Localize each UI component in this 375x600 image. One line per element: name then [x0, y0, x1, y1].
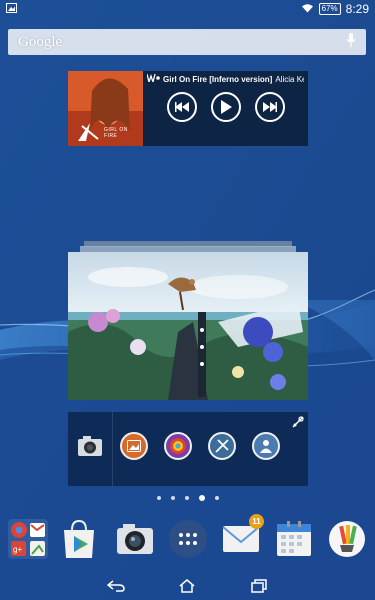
- app-drawer-button[interactable]: [167, 518, 209, 562]
- page-dot: [184, 496, 189, 500]
- battery-percent: 67: [321, 4, 331, 13]
- camera-icon: [117, 524, 153, 554]
- back-button[interactable]: [105, 577, 127, 595]
- app-shortcut-widget[interactable]: [68, 412, 308, 486]
- clock: 8:29: [345, 2, 369, 16]
- page-indicator: [0, 495, 375, 501]
- previous-track-button[interactable]: [166, 92, 197, 122]
- play-store-icon: [64, 519, 94, 558]
- page-dot-active: [198, 495, 205, 501]
- album-app-button[interactable]: [120, 432, 148, 460]
- page-dot: [156, 496, 161, 500]
- previous-icon: [174, 102, 189, 112]
- status-bar: 67% 8:29: [0, 0, 375, 18]
- widget-settings-icon[interactable]: [292, 415, 304, 428]
- navigation-bar: [0, 572, 375, 600]
- news-app-button[interactable]: [252, 432, 280, 460]
- album-art-text: GIRL ON FIRE: [104, 127, 128, 139]
- themes-button[interactable]: [326, 518, 368, 562]
- walkman-icon: [146, 73, 160, 85]
- playstation-mobile-icon: [170, 438, 186, 454]
- sketch-app-button[interactable]: [208, 432, 236, 460]
- picture-icon: [6, 2, 17, 16]
- music-player-widget[interactable]: GIRL ON FIRE Girl On Fire [Inferno versi…: [68, 71, 308, 146]
- wifi-icon: [301, 3, 314, 16]
- google-apps-folder[interactable]: g+: [7, 518, 49, 562]
- next-track-button[interactable]: [254, 92, 285, 122]
- play-icon: [220, 100, 232, 114]
- next-icon: [262, 102, 277, 112]
- tools-icon: [215, 439, 229, 453]
- calendar-button[interactable]: [273, 518, 315, 562]
- recent-apps-icon: [251, 579, 267, 593]
- track-title: Girl On Fire [Inferno version]: [163, 74, 273, 84]
- microphone-icon[interactable]: [346, 32, 356, 53]
- email-unread-badge: 11: [249, 514, 264, 529]
- home-icon: [179, 579, 195, 593]
- battery-icon: 67%: [318, 3, 341, 15]
- photo-widget[interactable]: [68, 252, 308, 400]
- photo-stack-edge: [78, 240, 298, 253]
- paintbrush-icon: [329, 521, 365, 557]
- track-artist: Alicia Keys F: [275, 74, 304, 84]
- playstation-app-button[interactable]: [164, 432, 192, 460]
- album-icon: [127, 440, 141, 452]
- email-button[interactable]: 11: [220, 514, 264, 562]
- page-dot: [214, 496, 219, 500]
- album-art[interactable]: GIRL ON FIRE: [68, 71, 143, 146]
- calendar-icon: [277, 521, 311, 556]
- dock: g+ 11: [0, 514, 375, 568]
- camera-icon: [78, 436, 102, 456]
- svg-text:g+: g+: [13, 545, 22, 554]
- play-button[interactable]: [210, 92, 241, 122]
- back-icon: [106, 580, 125, 592]
- google-search-bar[interactable]: Google: [8, 29, 366, 55]
- google-search-label: Google: [18, 33, 63, 50]
- play-store-button[interactable]: [58, 518, 100, 562]
- page-dot: [170, 496, 175, 500]
- person-icon: [260, 440, 272, 453]
- camera-dock-button[interactable]: [114, 518, 156, 562]
- camera-app-button[interactable]: [76, 432, 104, 460]
- home-button[interactable]: [176, 577, 198, 595]
- app-drawer-icon: [169, 520, 207, 558]
- google-apps-folder-icon: g+: [8, 519, 48, 559]
- recent-apps-button[interactable]: [248, 577, 270, 595]
